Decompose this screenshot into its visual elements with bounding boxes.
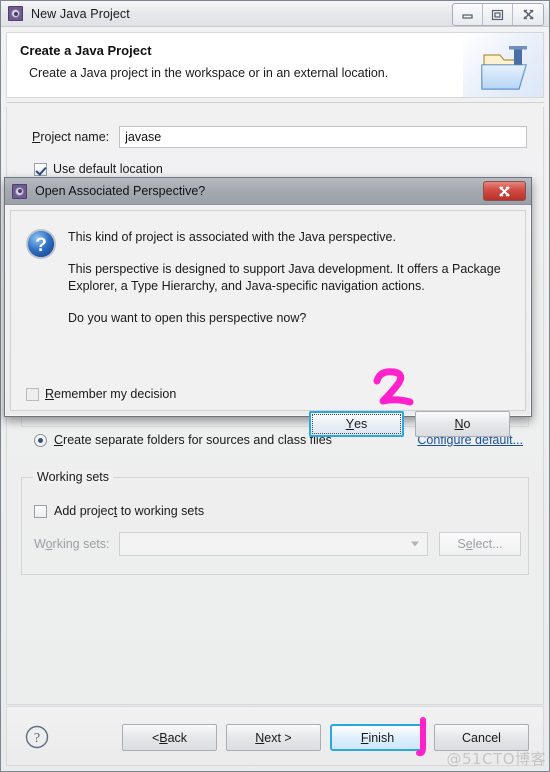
window-controls (452, 3, 544, 26)
project-name-row: Project name: (32, 126, 527, 148)
dialog-message-2: This perspective is designed to support … (68, 262, 501, 293)
dialog-button-group: Yes No (309, 411, 510, 437)
eclipse-gear-icon (8, 6, 23, 21)
separate-folders-label: Create separate folders for sources and … (54, 433, 332, 447)
svg-text:?: ? (35, 235, 47, 256)
wizard-header: Create a Java Project Create a Java proj… (6, 32, 544, 98)
project-name-input[interactable] (119, 126, 527, 148)
finish-button[interactable]: Finish (330, 724, 425, 751)
working-sets-combo-label: Working sets: (34, 537, 110, 551)
svg-text:?: ? (34, 731, 40, 746)
use-default-location-label: Use default location (53, 162, 163, 176)
yes-button[interactable]: Yes (309, 411, 404, 437)
dialog-message-3: Do you want to open this perspective now… (68, 311, 307, 325)
dialog-titlebar: Open Associated Perspective? (5, 178, 531, 205)
minimize-icon[interactable] (453, 4, 483, 25)
window-title: New Java Project (31, 6, 130, 21)
window-titlebar: New Java Project (1, 1, 549, 27)
open-associated-perspective-dialog: Open Associated Perspective? ? This kind… (4, 177, 532, 437)
watermark: @51CTO博客 (446, 750, 546, 768)
working-sets-legend: Working sets (33, 470, 114, 484)
use-default-location-checkbox[interactable] (34, 162, 47, 176)
footer-button-group: < Back Next > Finish Cancel (122, 724, 529, 751)
project-name-label: Project name: (32, 130, 110, 144)
help-question-icon[interactable]: ? (25, 725, 49, 749)
question-mark-icon: ? (26, 229, 56, 259)
working-sets-combo[interactable] (118, 532, 428, 556)
remember-my-decision-checkbox[interactable] (26, 387, 39, 401)
remember-my-decision-row[interactable]: Remember my decision (26, 387, 176, 401)
remember-my-decision-label: Remember my decision (45, 387, 177, 401)
header-divider (6, 102, 544, 103)
separate-folders-radio[interactable] (34, 433, 47, 447)
eclipse-gear-icon (12, 183, 27, 199)
next-button[interactable]: Next > (226, 724, 321, 751)
dialog-title: Open Associated Perspective? (35, 184, 206, 198)
add-project-to-working-sets-checkbox[interactable] (34, 504, 47, 518)
no-button[interactable]: No (415, 411, 510, 437)
java-folder-icon (481, 46, 527, 90)
close-icon[interactable] (513, 4, 543, 25)
maximize-restore-icon[interactable] (483, 4, 513, 25)
back-button[interactable]: < Back (122, 724, 217, 751)
dialog-content: ? This kind of project is associated wit… (10, 210, 526, 437)
page-title: Create a Java Project (20, 43, 152, 58)
working-sets-group (21, 477, 529, 575)
dialog-message-block: This kind of project is associated with … (68, 229, 511, 327)
page-description: Create a Java project in the workspace o… (29, 66, 389, 80)
add-project-to-working-sets-row[interactable]: Add project to working sets (34, 504, 204, 518)
working-sets-select-button[interactable]: Se lect... (439, 532, 521, 556)
dialog-close-icon[interactable] (483, 181, 526, 201)
dialog-message-1: This kind of project is associated with … (68, 230, 396, 244)
use-default-location-row[interactable]: Use default location (34, 162, 163, 176)
add-project-to-working-sets-label: Add project to working sets (54, 504, 205, 518)
working-sets-select-row: Working sets: Se lect... (34, 532, 521, 556)
chevron-down-icon (411, 541, 419, 547)
cancel-button[interactable]: Cancel (434, 724, 529, 751)
